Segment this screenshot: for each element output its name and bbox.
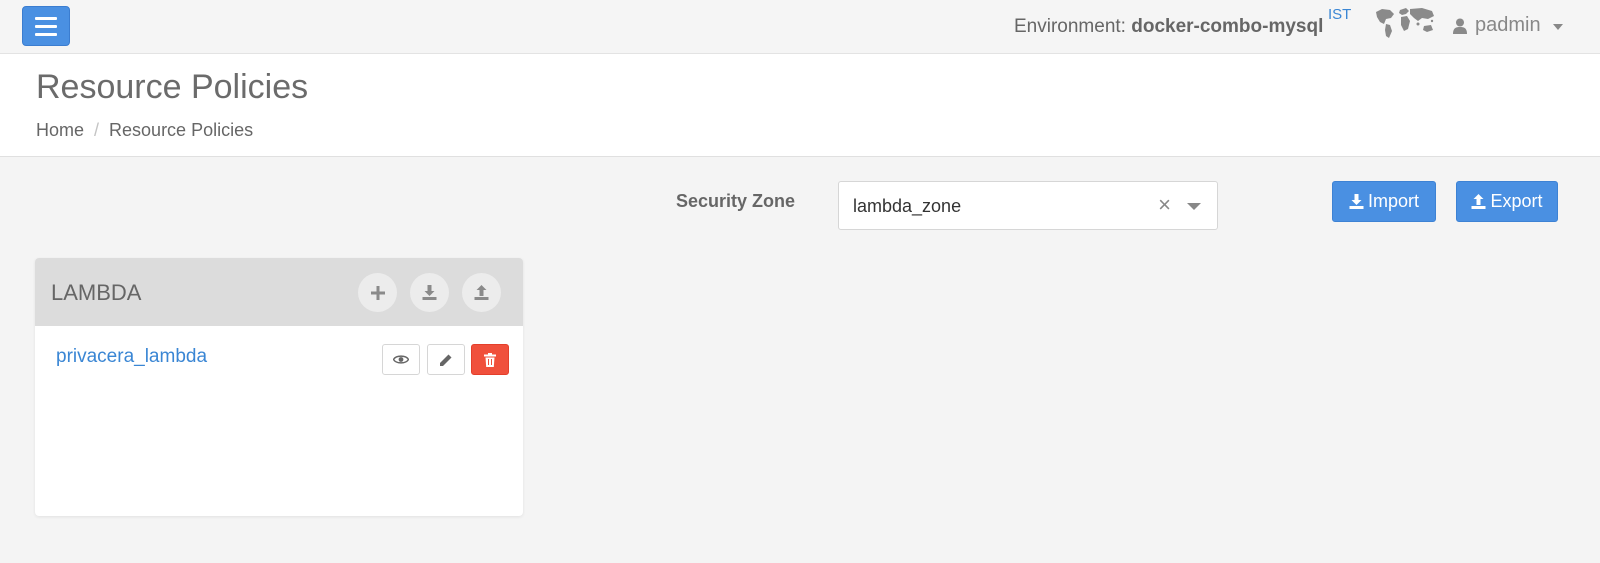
page-title: Resource Policies bbox=[36, 68, 309, 106]
service-card-lambda: LAMBDA privacera_lambda bbox=[35, 258, 523, 516]
import-service-button[interactable] bbox=[410, 273, 449, 312]
user-menu[interactable]: padmin bbox=[1453, 14, 1563, 37]
menu-bar-icon bbox=[35, 16, 57, 20]
menu-bar-icon bbox=[35, 24, 57, 28]
eye-icon bbox=[393, 355, 409, 364]
service-link[interactable]: privacera_lambda bbox=[56, 346, 207, 368]
upload-icon bbox=[1471, 194, 1486, 209]
clear-icon[interactable]: × bbox=[1158, 192, 1171, 218]
plus-icon bbox=[370, 285, 385, 300]
download-icon bbox=[1349, 194, 1364, 209]
chevron-down-icon bbox=[1552, 23, 1563, 30]
environment-name: docker-combo-mysql bbox=[1131, 16, 1324, 37]
breadcrumb-home-link[interactable]: Home bbox=[36, 120, 84, 141]
security-zone-value: lambda_zone bbox=[853, 196, 962, 216]
menu-bar-icon bbox=[35, 32, 57, 36]
download-icon bbox=[422, 285, 437, 300]
security-zone-select[interactable]: lambda_zone × bbox=[838, 181, 1218, 230]
chevron-down-icon[interactable] bbox=[1187, 203, 1201, 210]
timezone-label: IST bbox=[1328, 6, 1352, 23]
world-map-icon bbox=[1376, 8, 1434, 38]
username: padmin bbox=[1475, 14, 1541, 36]
breadcrumb: Home / Resource Policies bbox=[36, 120, 253, 141]
export-button[interactable]: Export bbox=[1456, 181, 1558, 222]
user-icon bbox=[1453, 18, 1467, 34]
service-card-header: LAMBDA bbox=[35, 258, 523, 326]
export-button-label: Export bbox=[1490, 191, 1543, 211]
upload-icon bbox=[474, 285, 489, 300]
page-header: Resource Policies Home / Resource Polici… bbox=[0, 54, 1600, 157]
import-button-label: Import bbox=[1367, 191, 1419, 211]
add-service-button[interactable] bbox=[358, 273, 397, 312]
edit-service-button[interactable] bbox=[427, 344, 465, 375]
environment-label: Environment: bbox=[1014, 16, 1126, 37]
environment-indicator: Environment: docker-combo-mysql bbox=[1014, 16, 1323, 38]
breadcrumb-separator: / bbox=[94, 120, 100, 140]
breadcrumb-current: Resource Policies bbox=[109, 120, 254, 140]
pencil-icon bbox=[440, 354, 452, 366]
security-zone-label: Security Zone bbox=[676, 191, 796, 211]
hamburger-menu-button[interactable] bbox=[22, 6, 70, 46]
top-navbar: Environment: docker-combo-mysql IST padm… bbox=[0, 0, 1600, 54]
delete-service-button[interactable] bbox=[471, 344, 509, 375]
trash-icon bbox=[484, 352, 496, 367]
service-card-title: LAMBDA bbox=[51, 280, 142, 305]
view-service-button[interactable] bbox=[382, 344, 420, 375]
export-service-button[interactable] bbox=[462, 273, 501, 312]
import-button[interactable]: Import bbox=[1332, 181, 1436, 222]
